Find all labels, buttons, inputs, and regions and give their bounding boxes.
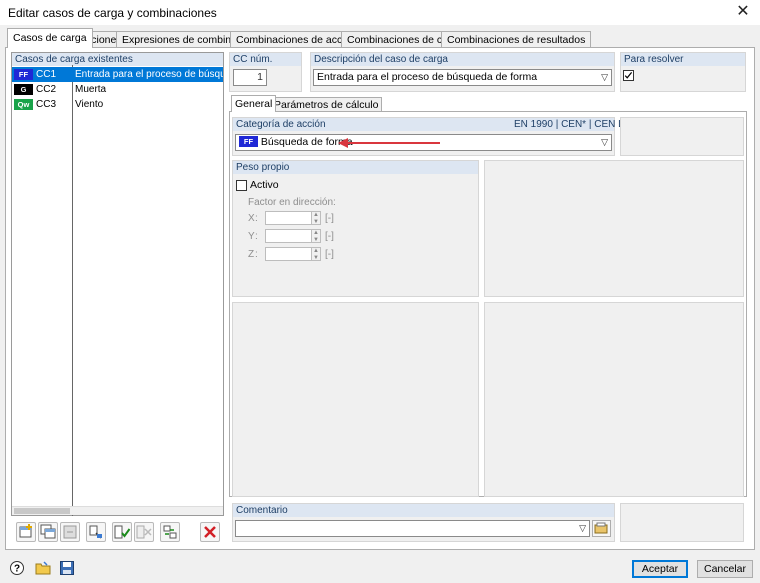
delete-icon[interactable] xyxy=(200,522,220,542)
to-solve-label: Para resolver xyxy=(621,53,745,66)
copy-case-icon[interactable] xyxy=(38,522,58,542)
axis-z-label: Z xyxy=(248,249,255,260)
list-column-divider xyxy=(72,65,73,516)
case-description: Viento xyxy=(75,99,104,110)
existing-header: Casos de carga existentes xyxy=(12,53,223,66)
factor-x-unit: [-] xyxy=(325,213,334,224)
svg-text:?: ? xyxy=(14,564,20,575)
axis-colon: : xyxy=(255,249,258,260)
empty-panel xyxy=(232,302,479,497)
tab-casos-de-carga[interactable]: Casos de carga xyxy=(7,28,93,48)
factor-y-unit: [-] xyxy=(325,231,334,242)
axis-colon: : xyxy=(255,231,258,242)
description-combo[interactable]: Entrada para el proceso de búsqueda de f… xyxy=(313,69,612,86)
list-item[interactable]: G CC2 Muerta xyxy=(12,82,223,97)
subtab-general[interactable]: General xyxy=(231,95,277,112)
tab-combinaciones-resultados[interactable]: Combinaciones de resultados xyxy=(441,31,592,48)
empty-panel xyxy=(484,160,744,297)
close-icon[interactable]: ✕ xyxy=(732,1,754,23)
load-type-badge: G xyxy=(14,84,33,95)
help-icon[interactable]: ? xyxy=(9,560,25,576)
active-checkbox[interactable] xyxy=(236,180,247,191)
save-icon[interactable] xyxy=(59,560,75,576)
empty-panel xyxy=(484,302,744,497)
chevron-down-icon: ▽ xyxy=(601,137,608,147)
load-type-badge: FF xyxy=(14,69,33,80)
list-item[interactable]: FF CC1 Entrada para el proceso de búsque… xyxy=(12,67,223,82)
import-icon[interactable] xyxy=(86,522,106,542)
comment-label: Comentario xyxy=(233,504,614,517)
to-solve-checkbox[interactable] xyxy=(623,70,634,81)
chevron-down-icon: ▽ xyxy=(579,523,586,533)
empty-panel xyxy=(620,117,744,156)
cc-number-label: CC núm. xyxy=(230,53,301,66)
comment-library-button[interactable] xyxy=(592,520,611,537)
cc-number-field[interactable]: 1 xyxy=(233,69,267,86)
case-description: Muerta xyxy=(75,84,107,95)
active-label: Activo xyxy=(250,179,279,191)
axis-x-label: X xyxy=(248,213,255,224)
uncheck-icon[interactable] xyxy=(134,522,154,542)
factor-label: Factor en dirección: xyxy=(248,197,336,208)
new-case-icon[interactable] xyxy=(16,522,36,542)
load-type-badge: FF xyxy=(239,136,258,147)
annotation-arrow xyxy=(338,138,440,148)
chevron-down-icon: ▽ xyxy=(601,72,608,82)
spin-arrows-icon[interactable]: ▲ ▼ xyxy=(311,247,321,261)
spin-arrows-icon[interactable]: ▲ ▼ xyxy=(311,211,321,225)
window-title: Editar casos de carga y combinaciones xyxy=(8,6,217,20)
case-number: CC3 xyxy=(36,99,57,110)
case-number: CC2 xyxy=(36,84,57,95)
open-folder-icon[interactable] xyxy=(35,560,51,576)
load-type-badge: Qw xyxy=(14,99,33,110)
list-item[interactable]: Qw CC3 Viento xyxy=(12,97,223,112)
axis-colon: : xyxy=(255,213,258,224)
renumber-icon[interactable] xyxy=(60,522,80,542)
description-label: Descripción del caso de carga xyxy=(311,53,614,66)
swap-icon[interactable] xyxy=(160,522,180,542)
cancel-button[interactable]: Cancelar xyxy=(697,560,753,578)
comment-combo[interactable]: ▽ xyxy=(235,520,590,537)
check-all-icon[interactable] xyxy=(112,522,132,542)
spin-arrows-icon[interactable]: ▲ ▼ xyxy=(311,229,321,243)
scrollbar-thumb[interactable] xyxy=(14,508,70,514)
description-value: Entrada para el proceso de búsqueda de f… xyxy=(317,71,538,83)
ok-button[interactable]: Aceptar xyxy=(632,560,688,578)
axis-y-label: Y xyxy=(248,231,255,242)
subtab-calc-params[interactable]: Parámetros de cálculo xyxy=(270,97,383,112)
case-description: Entrada para el proceso de búsqueda de f… xyxy=(75,69,223,80)
self-weight-label: Peso propio xyxy=(233,161,478,174)
factor-z-unit: [-] xyxy=(325,249,334,260)
case-number: CC1 xyxy=(36,69,57,80)
load-case-list xyxy=(11,52,224,516)
empty-panel xyxy=(620,503,744,542)
